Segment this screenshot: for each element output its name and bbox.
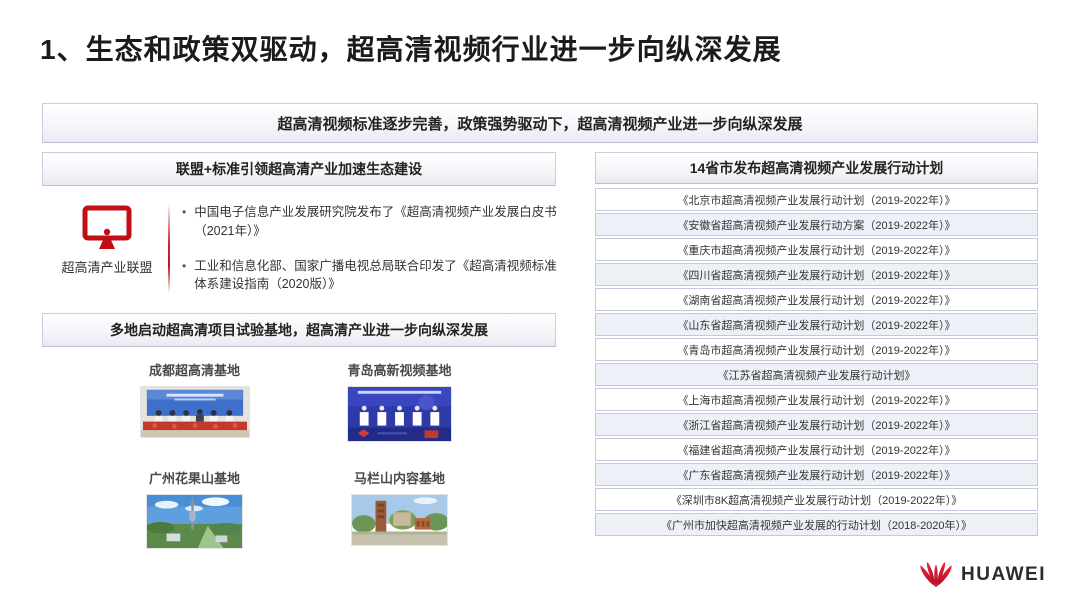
- huawei-flower-icon: [918, 561, 954, 589]
- chengdu-base-photo: [140, 386, 250, 438]
- plan-row: 《上海市超高清视频产业发展行动计划（2019-2022年）》: [595, 388, 1038, 411]
- qingdao-base-photo: [347, 386, 452, 442]
- plan-row: 《广州市加快超高清视频产业发展的行动计划（2018-2020年）》: [595, 513, 1038, 536]
- plan-row: 《江苏省超高清视频产业发展行动计划》: [595, 363, 1038, 386]
- base-guangzhou: 广州花果山基地: [146, 468, 243, 549]
- bullet-text: 中国电子信息产业发展研究院发布了《超高清视频产业发展白皮书（2021年）》: [194, 203, 558, 241]
- plan-row: 《深圳市8K超高清视频产业发展行动计划（2019-2022年）》: [595, 488, 1038, 511]
- plan-row: 《湖南省超高清视频产业发展行动计划（2019-2022年）》: [595, 288, 1038, 311]
- plans-header-text: 14省市发布超高清视频产业发展行动计划: [690, 158, 944, 178]
- huawei-logo-text: HUAWEI: [961, 564, 1046, 586]
- monitor-icon: [82, 205, 132, 251]
- top-banner-text: 超高清视频标准逐步完善，政策强势驱动下，超高清视频产业进一步向纵深发展: [277, 113, 802, 134]
- bullet-marker: [182, 203, 186, 241]
- top-banner: 超高清视频标准逐步完善，政策强势驱动下，超高清视频产业进一步向纵深发展: [42, 103, 1038, 143]
- plan-row: 《广东省超高清视频产业发展行动计划（2019-2022年）》: [595, 463, 1038, 486]
- base-qingdao: 青岛高新视频基地: [347, 360, 452, 442]
- plan-list: 《北京市超高清视频产业发展行动计划（2019-2022年）》 《安徽省超高清视频…: [595, 188, 1038, 538]
- section-header-bases: 多地启动超高清项目试验基地，超高清产业进一步向纵深发展: [42, 313, 556, 347]
- base-malanshan: 马栏山内容基地: [351, 468, 448, 549]
- bullet-text: 工业和信息化部、国家广播电视总局联合印发了《超高清视频标准体系建设指南（2020…: [194, 257, 558, 295]
- huawei-logo: HUAWEI: [918, 561, 1046, 589]
- plan-row: 《山东省超高清视频产业发展行动计划（2019-2022年）》: [595, 313, 1038, 336]
- alliance-block: 超高清产业联盟: [48, 205, 166, 276]
- plan-row: 《重庆市超高清视频产业发展行动计划（2019-2022年）》: [595, 238, 1038, 261]
- plan-row: 《北京市超高清视频产业发展行动计划（2019-2022年）》: [595, 188, 1038, 211]
- base-label: 广州花果山基地: [146, 468, 243, 487]
- base-label: 青岛高新视频基地: [347, 360, 452, 379]
- base-photo-grid: 成都超高清基地 青岛高新视频基地: [92, 360, 502, 549]
- plan-row: 《福建省超高清视频产业发展行动计划（2019-2022年）》: [595, 438, 1038, 461]
- plan-row: 《安徽省超高清视频产业发展行动方案（2019-2022年）》: [595, 213, 1038, 236]
- bullet-list: 中国电子信息产业发展研究院发布了《超高清视频产业发展白皮书（2021年）》 工业…: [182, 203, 558, 310]
- slide: 1、生态和政策双驱动，超高清视频行业进一步向纵深发展 超高清视频标准逐步完善，政…: [0, 0, 1080, 607]
- plan-row: 《青岛市超高清视频产业发展行动计划（2019-2022年）》: [595, 338, 1038, 361]
- guangzhou-base-photo: [146, 494, 243, 549]
- base-label: 马栏山内容基地: [351, 468, 448, 487]
- base-label: 成都超高清基地: [140, 360, 250, 379]
- plan-row: 《四川省超高清视频产业发展行动计划（2019-2022年）》: [595, 263, 1038, 286]
- alliance-label: 超高清产业联盟: [48, 257, 166, 276]
- bullet-marker: [182, 257, 186, 295]
- plan-row: 《浙江省超高清视频产业发展行动计划（2019-2022年）》: [595, 413, 1038, 436]
- section-header-ecosystem-text: 联盟+标准引领超高清产业加速生态建设: [176, 159, 422, 179]
- bullet-item: 中国电子信息产业发展研究院发布了《超高清视频产业发展白皮书（2021年）》: [182, 203, 558, 241]
- malanshan-base-photo: [351, 494, 448, 546]
- plans-header: 14省市发布超高清视频产业发展行动计划: [595, 152, 1038, 184]
- section-header-ecosystem: 联盟+标准引领超高清产业加速生态建设: [42, 152, 556, 186]
- section-header-bases-text: 多地启动超高清项目试验基地，超高清产业进一步向纵深发展: [110, 320, 488, 340]
- base-chengdu: 成都超高清基地: [140, 360, 250, 442]
- page-title: 1、生态和政策双驱动，超高清视频行业进一步向纵深发展: [40, 28, 782, 68]
- bullet-item: 工业和信息化部、国家广播电视总局联合印发了《超高清视频标准体系建设指南（2020…: [182, 257, 558, 295]
- red-divider: [168, 203, 170, 293]
